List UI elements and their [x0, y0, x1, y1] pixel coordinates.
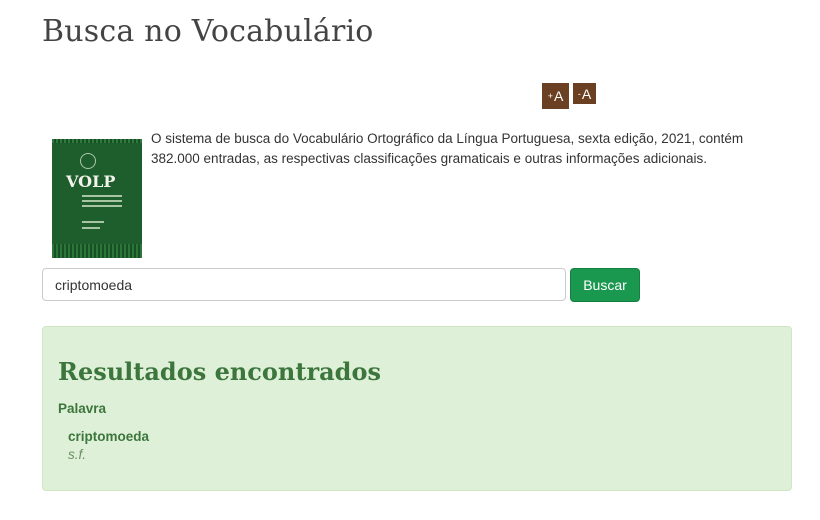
volp-book-cover-image: VOLP — [52, 139, 142, 258]
results-panel: Resultados encontrados Palavra criptomoe… — [42, 326, 792, 491]
cover-logo: VOLP — [66, 172, 116, 191]
results-title: Resultados encontrados — [58, 357, 381, 386]
increase-font-label: A — [553, 88, 564, 104]
increase-font-button[interactable]: + A — [541, 82, 570, 110]
result-grammar-class: s.f. — [68, 447, 87, 462]
minus-sign: - — [577, 88, 581, 99]
page-title: Busca no Vocabulário — [42, 14, 374, 49]
search-input[interactable] — [42, 268, 566, 301]
emblem-icon — [80, 153, 96, 169]
decrease-font-label: A — [581, 85, 592, 102]
cover-top-border — [52, 139, 142, 143]
description-text: O sistema de busca do Vocabulário Ortogr… — [151, 131, 744, 166]
result-word-link[interactable]: criptomoeda — [68, 429, 149, 444]
cover-edition-line — [82, 221, 104, 223]
search-button[interactable]: Buscar — [570, 268, 640, 302]
decrease-font-button[interactable]: -A — [572, 82, 597, 105]
cover-bottom-border — [52, 244, 142, 258]
word-column-label: Palavra — [58, 401, 107, 416]
plus-sign: + — [547, 91, 553, 101]
cover-year-line — [82, 227, 100, 229]
cover-text-lines — [82, 195, 122, 210]
